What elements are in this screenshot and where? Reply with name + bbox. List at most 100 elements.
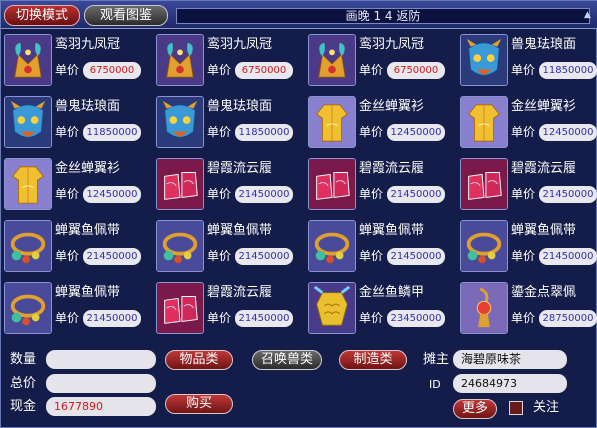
item-price: 6750000 — [235, 62, 293, 79]
id-label: ID — [429, 378, 441, 391]
item-price: 21450000 — [539, 186, 597, 203]
item-slot[interactable]: 蝉翼鱼佩带 单价 21450000 — [305, 217, 455, 279]
item-slot[interactable]: 鸾羽九凤冠单价 6750000 — [153, 31, 303, 93]
item-slot[interactable]: 兽鬼珐琅面单价 11850000 — [153, 93, 303, 155]
golden-robe-icon[interactable] — [460, 96, 508, 148]
item-slot[interactable]: 碧霞流云履 单价 21450000 — [153, 279, 303, 341]
cloud-boots-icon[interactable] — [460, 158, 508, 210]
cloud-boots-icon[interactable] — [156, 282, 204, 334]
stall-header: 切换模式 观看图鉴 画晚 1 4 返防 ▲ — [1, 1, 597, 29]
switch-mode-button[interactable]: 切换模式 — [4, 5, 80, 26]
total-field — [46, 374, 156, 393]
item-slot[interactable]: 金丝蝉翼衫 单价 12450000 — [305, 93, 455, 155]
quantity-label: 数量 — [10, 352, 37, 367]
stall-window: 切换模式 观看图鉴 画晚 1 4 返防 ▲ 鸾羽九凤冠 单价 6750000 鸾羽九凤… — [0, 0, 597, 428]
jade-belt-icon[interactable] — [156, 220, 204, 272]
jade-belt-icon[interactable] — [4, 282, 52, 334]
item-slot[interactable]: 蝉翼鱼佩带 单价 21450000 — [1, 279, 151, 341]
item-price: 6750000 — [387, 62, 445, 79]
phoenix-crown-icon[interactable] — [156, 34, 204, 86]
cash-field: 1677890 — [46, 397, 156, 416]
item-name: 兽鬼珐琅面 — [207, 99, 273, 114]
item-slot[interactable]: 碧霞流云履单价 21450000 — [457, 155, 597, 217]
view-gallery-button[interactable]: 观看图鉴 — [84, 5, 168, 26]
item-name: 金丝蝉翼衫 — [511, 99, 577, 114]
price-label: 单价 — [207, 187, 232, 201]
price-label: 单价 — [207, 249, 232, 263]
item-price: 11850000 — [235, 124, 293, 141]
item-price: 12450000 — [83, 186, 141, 203]
phoenix-crown-icon[interactable] — [308, 34, 356, 86]
goods-category-tab[interactable]: 物品类 — [165, 350, 233, 370]
golden-robe-icon[interactable] — [308, 96, 356, 148]
item-slot[interactable]: 金丝蝉翼衫单价 12450000 — [1, 155, 151, 217]
item-slot[interactable]: 兽鬼珐琅面单价 11850000 — [457, 31, 597, 93]
item-slot[interactable]: 兽鬼珐琅面 单价 11850000 — [1, 93, 151, 155]
quantity-input[interactable] — [46, 350, 156, 369]
price-label: 单价 — [511, 63, 536, 77]
price-label: 单价 — [55, 187, 80, 201]
item-name: 蝉翼鱼佩带 — [511, 223, 577, 238]
crafting-category-tab[interactable]: 制造类 — [339, 350, 407, 370]
item-price: 21450000 — [235, 310, 293, 327]
more-button[interactable]: 更多 — [453, 399, 497, 419]
price-label: 单价 — [511, 187, 536, 201]
item-price: 12450000 — [539, 124, 597, 141]
beast-mask-icon[interactable] — [156, 96, 204, 148]
item-name: 金丝蝉翼衫 — [359, 99, 425, 114]
item-price: 21450000 — [83, 248, 141, 265]
item-name: 鎏金点翠佩 — [511, 285, 577, 300]
item-name: 鸾羽九凤冠 — [55, 37, 121, 52]
jade-belt-icon[interactable] — [4, 220, 52, 272]
price-label: 单价 — [359, 249, 384, 263]
item-slot[interactable]: 蝉翼鱼佩带 单价 21450000 — [1, 217, 151, 279]
cloud-boots-icon[interactable] — [308, 158, 356, 210]
price-label: 单价 — [359, 311, 384, 325]
item-name: 金丝蝉翼衫 — [55, 161, 121, 176]
jade-belt-icon[interactable] — [308, 220, 356, 272]
price-label: 单价 — [359, 125, 384, 139]
summon-category-tab[interactable]: 召唤兽类 — [252, 350, 322, 370]
item-slot[interactable]: 蝉翼鱼佩带单价 21450000 — [153, 217, 303, 279]
price-label: 单价 — [511, 311, 536, 325]
phoenix-crown-icon[interactable] — [4, 34, 52, 86]
gilded-pendant-icon[interactable] — [460, 282, 508, 334]
item-slot[interactable]: 鸾羽九凤冠 单价 6750000 — [305, 31, 455, 93]
item-name: 鸾羽九凤冠 — [207, 37, 273, 52]
item-slot[interactable]: 碧霞流云履 单价 21450000 — [305, 155, 455, 217]
item-name: 碧霞流云履 — [511, 161, 577, 176]
beast-mask-icon[interactable] — [460, 34, 508, 86]
buy-button[interactable]: 购买 — [165, 394, 233, 414]
stall-title: 画晚 1 4 返防 — [176, 8, 590, 24]
jade-belt-icon[interactable] — [460, 220, 508, 272]
id-field: 24684973 — [453, 374, 567, 393]
item-name: 金丝鱼鳞甲 — [359, 285, 425, 300]
golden-robe-icon[interactable] — [4, 158, 52, 210]
follow-label: 关注 — [533, 400, 560, 415]
item-name: 鸾羽九凤冠 — [359, 37, 425, 52]
fish-scale-armor-icon[interactable] — [308, 282, 356, 334]
item-price: 21450000 — [387, 186, 445, 203]
item-price: 6750000 — [83, 62, 141, 79]
item-slot[interactable]: 金丝鱼鳞甲 单价 23450000 — [305, 279, 455, 341]
scroll-up-icon[interactable]: ▲ — [584, 9, 594, 21]
item-price: 21450000 — [235, 248, 293, 265]
item-slot[interactable]: 鎏金点翠佩 单价 28750000 — [457, 279, 597, 341]
item-price: 21450000 — [387, 248, 445, 265]
beast-mask-icon[interactable] — [4, 96, 52, 148]
price-label: 单价 — [55, 125, 80, 139]
item-name: 兽鬼珐琅面 — [511, 37, 577, 52]
price-label: 单价 — [207, 63, 232, 77]
cloud-boots-icon[interactable] — [156, 158, 204, 210]
item-slot[interactable]: 碧霞流云履 单价 21450000 — [153, 155, 303, 217]
item-slot[interactable]: 蝉翼鱼佩带 单价 21450000 — [457, 217, 597, 279]
price-label: 单价 — [511, 125, 536, 139]
item-name: 蝉翼鱼佩带 — [207, 223, 273, 238]
item-slot[interactable]: 鸾羽九凤冠 单价 6750000 — [1, 31, 151, 93]
item-price: 21450000 — [235, 186, 293, 203]
price-label: 单价 — [207, 125, 232, 139]
item-slot[interactable]: 金丝蝉翼衫单价 12450000 — [457, 93, 597, 155]
follow-checkbox[interactable] — [509, 401, 523, 415]
item-price: 11850000 — [539, 62, 597, 79]
item-price: 21450000 — [539, 248, 597, 265]
